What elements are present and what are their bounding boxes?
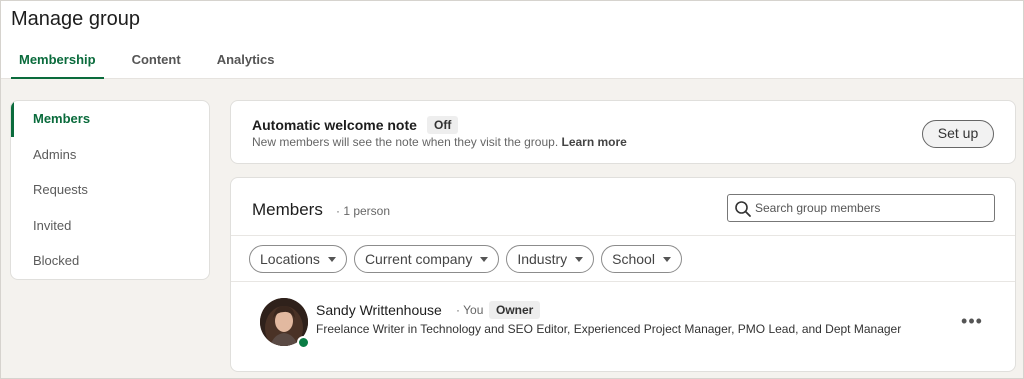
online-status-icon: [297, 336, 310, 349]
sidebar-item-requests[interactable]: Requests: [11, 172, 209, 208]
caret-down-icon: [575, 256, 584, 262]
search-icon: [735, 201, 751, 217]
filter-industry[interactable]: Industry: [506, 245, 595, 273]
member-headline: Freelance Writer in Technology and SEO E…: [316, 322, 902, 336]
learn-more-link[interactable]: Learn more: [562, 135, 627, 149]
tab-analytics[interactable]: Analytics: [209, 45, 283, 79]
sidebar-item-invited[interactable]: Invited: [11, 208, 209, 244]
filter-current-company[interactable]: Current company: [353, 245, 500, 273]
sidebar-item-members[interactable]: Members: [11, 101, 209, 137]
filter-label: Locations: [260, 251, 320, 267]
members-card: Members · 1 person Locations Current com…: [230, 177, 1016, 372]
filter-label: Current company: [364, 251, 473, 267]
caret-down-icon: [327, 256, 336, 262]
welcome-note-description: New members will see the note when they …: [252, 135, 627, 149]
search-input[interactable]: [755, 199, 987, 217]
divider: [231, 281, 1015, 282]
welcome-note-card: Automatic welcome note Off New members w…: [230, 100, 1016, 164]
member-count: · 1 person: [336, 204, 391, 218]
members-heading: Members: [252, 200, 323, 219]
tab-membership[interactable]: Membership: [11, 45, 104, 79]
status-badge: Off: [427, 116, 459, 134]
owner-badge: Owner: [489, 301, 541, 319]
filter-label: School: [612, 251, 655, 267]
search-box[interactable]: [727, 194, 995, 222]
sidebar-item-blocked[interactable]: Blocked: [11, 243, 209, 279]
welcome-note-text: New members will see the note when they …: [252, 135, 559, 149]
filter-locations[interactable]: Locations: [249, 245, 347, 273]
more-options-button[interactable]: •••: [959, 312, 985, 332]
divider: [231, 235, 1015, 236]
sidebar-nav: Members Admins Requests Invited Blocked: [10, 100, 210, 280]
caret-down-icon: [480, 256, 489, 262]
page-title: Manage group: [11, 8, 140, 30]
welcome-note-title: Automatic welcome note: [252, 117, 417, 133]
set-up-button[interactable]: Set up: [922, 120, 994, 148]
tab-content[interactable]: Content: [124, 45, 189, 79]
page-header: Manage group Membership Content Analytic…: [1, 1, 1023, 79]
filter-label: Industry: [517, 251, 568, 267]
filter-bar: Locations Current company Industry Schoo…: [249, 245, 689, 273]
filter-school[interactable]: School: [601, 245, 682, 273]
tab-bar: Membership Content Analytics: [11, 45, 303, 79]
member-you-label: · You: [456, 303, 484, 317]
member-name[interactable]: Sandy Writtenhouse: [316, 302, 442, 318]
caret-down-icon: [662, 256, 671, 262]
sidebar-item-admins[interactable]: Admins: [11, 137, 209, 173]
